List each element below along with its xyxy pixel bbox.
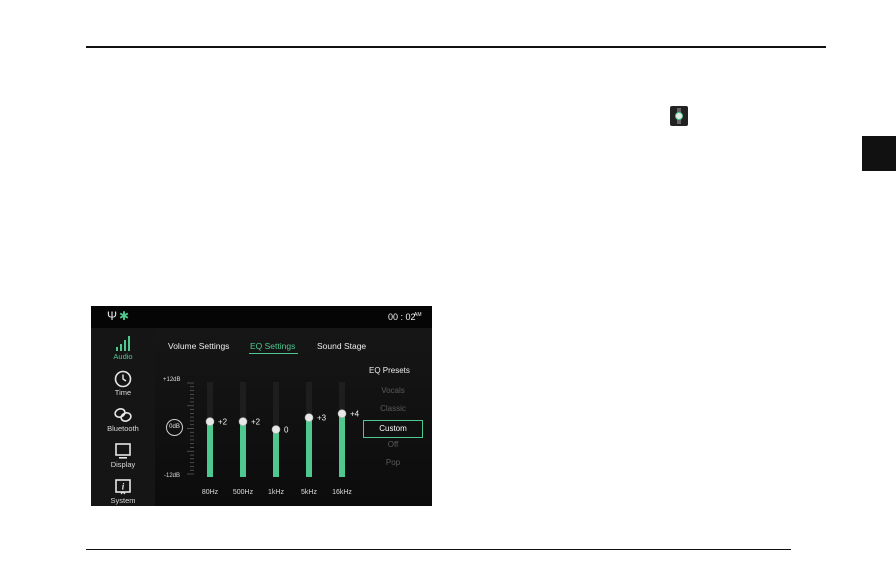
sidebar-item-bluetooth[interactable]: Bluetooth — [91, 404, 155, 440]
eq-bar — [207, 421, 213, 477]
svg-text:i: i — [122, 482, 125, 492]
preset-item-selected[interactable]: Custom — [363, 420, 423, 438]
clock-icon — [114, 370, 132, 388]
eq-bar — [339, 413, 345, 477]
info-icon: i — [115, 479, 131, 495]
monitor-icon — [115, 443, 131, 459]
eq-knob[interactable] — [271, 425, 281, 434]
audio-bars-icon — [116, 336, 130, 351]
eq-value-label: 0 — [284, 426, 289, 435]
settings-sidebar: Audio Time Bluetooth Display i System — [91, 328, 155, 506]
head-unit-screen: Ψ ✱ 00 : 02 AM Audio Time Bluetooth Disp… — [91, 306, 432, 506]
eq-freq-label: 16kHz — [332, 489, 352, 496]
clock-display: 00 : 02 — [388, 312, 416, 322]
eq-knob[interactable] — [337, 409, 347, 418]
tab-volume-settings[interactable]: Volume Settings — [168, 341, 229, 351]
active-tab-underline — [249, 353, 298, 354]
page-bottom-rule — [86, 549, 791, 550]
reset-zero-db-button[interactable]: 0dB — [166, 419, 183, 436]
tab-sound-stage[interactable]: Sound Stage — [317, 341, 366, 351]
eq-value-label: +4 — [350, 410, 360, 419]
db-tick-scale — [187, 382, 194, 475]
page-top-rule — [86, 46, 826, 48]
sidebar-item-label: Bluetooth — [107, 424, 139, 433]
status-bar: Ψ ✱ 00 : 02 AM — [91, 306, 432, 328]
sidebar-item-label: Time — [114, 388, 132, 397]
eq-knob[interactable] — [205, 417, 215, 426]
bluetooth-icon: ✱ — [119, 309, 130, 323]
sidebar-item-label: Display — [110, 460, 136, 469]
preset-item[interactable]: Off — [363, 440, 423, 449]
eq-value-label: +2 — [218, 418, 228, 427]
eq-freq-label: 80Hz — [202, 489, 219, 496]
eq-value-label: +2 — [251, 418, 261, 427]
eq-settings-panel: Volume Settings EQ Settings Sound Stage … — [155, 328, 432, 506]
eq-band-sliders: +2 80Hz +2 500Hz 0 1kHz +3 5kHz +4 16kHz — [195, 370, 365, 506]
preset-item[interactable]: Classic — [363, 404, 423, 413]
eq-freq-label: 1kHz — [268, 489, 284, 496]
preset-item[interactable]: Pop — [363, 458, 423, 467]
eq-bar — [273, 429, 279, 477]
sidebar-item-label: Audio — [113, 352, 133, 361]
sidebar-item-system[interactable]: i System — [91, 476, 155, 506]
eq-bar — [240, 421, 246, 477]
eq-bar — [306, 417, 312, 477]
eq-presets-title: EQ Presets — [369, 366, 410, 375]
eq-freq-label: 500Hz — [233, 489, 254, 496]
sidebar-item-audio[interactable]: Audio — [91, 332, 155, 368]
eq-min-label: -12dB — [164, 473, 181, 479]
eq-knob[interactable] — [238, 417, 248, 426]
eq-slider-knob-icon — [670, 106, 688, 126]
eq-value-label: +3 — [317, 414, 327, 423]
eq-max-label: +12dB — [163, 377, 181, 383]
clock-ampm: AM — [414, 312, 422, 318]
tab-eq-settings[interactable]: EQ Settings — [250, 341, 295, 351]
eq-knob[interactable] — [304, 413, 314, 422]
preset-item[interactable]: Vocals — [363, 386, 423, 395]
sidebar-item-display[interactable]: Display — [91, 440, 155, 476]
chapter-tab-marker — [862, 136, 896, 171]
sidebar-item-time[interactable]: Time — [91, 368, 155, 404]
sidebar-item-label: System — [110, 496, 136, 505]
eq-freq-label: 5kHz — [301, 489, 317, 496]
link-icon — [114, 408, 132, 422]
usb-icon: Ψ — [107, 309, 118, 323]
